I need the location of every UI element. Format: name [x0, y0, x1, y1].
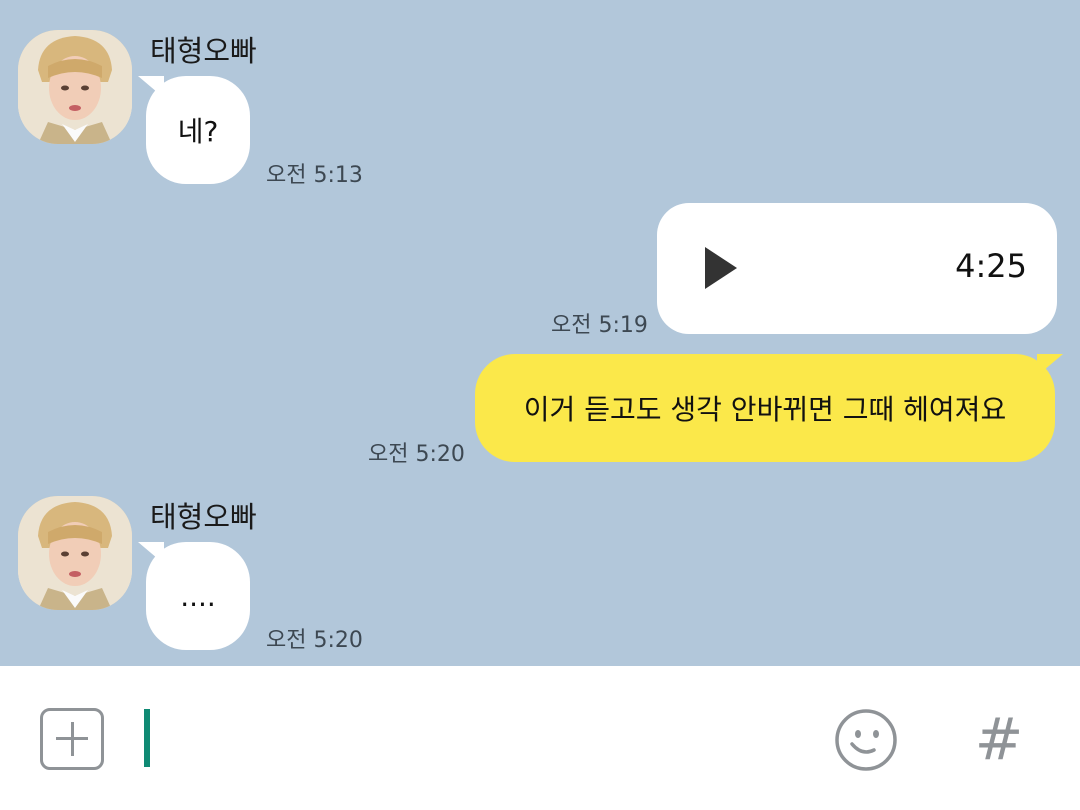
- message-input-bar: #: [0, 666, 1080, 810]
- play-icon[interactable]: [705, 247, 737, 289]
- voice-duration: 4:25: [955, 247, 1027, 285]
- emoji-icon[interactable]: [834, 708, 898, 772]
- outgoing-message-bubble[interactable]: 이거 듣고도 생각 안바뀌면 그때 헤여져요: [475, 354, 1055, 462]
- profile-photo: [18, 496, 132, 610]
- hash-icon[interactable]: #: [972, 704, 1026, 774]
- text-cursor[interactable]: [144, 709, 150, 767]
- message-text: 네?: [177, 115, 219, 148]
- profile-photo: [18, 30, 132, 144]
- message-time: 오전 5:13: [266, 163, 363, 188]
- voice-message-bubble[interactable]: 4:25: [657, 203, 1057, 334]
- incoming-message-bubble[interactable]: ....: [146, 542, 250, 650]
- sender-avatar[interactable]: [18, 30, 132, 144]
- message-time: 오전 5:20: [266, 628, 363, 653]
- sender-avatar[interactable]: [18, 496, 132, 610]
- message-time: 오전 5:20: [368, 442, 465, 467]
- plus-icon[interactable]: [40, 708, 104, 770]
- chat-area[interactable]: 태형오빠 네? 오전 5:13 4:25 오전 5:19 이거 듣고도 생각 안…: [0, 0, 1080, 666]
- incoming-message-bubble[interactable]: 네?: [146, 76, 250, 184]
- sender-name: 태형오빠: [150, 500, 257, 534]
- sender-name: 태형오빠: [150, 34, 257, 68]
- message-text: 이거 듣고도 생각 안바뀌면 그때 헤여져요: [523, 393, 1007, 426]
- message-time: 오전 5:19: [551, 313, 648, 338]
- message-text: ....: [180, 579, 216, 613]
